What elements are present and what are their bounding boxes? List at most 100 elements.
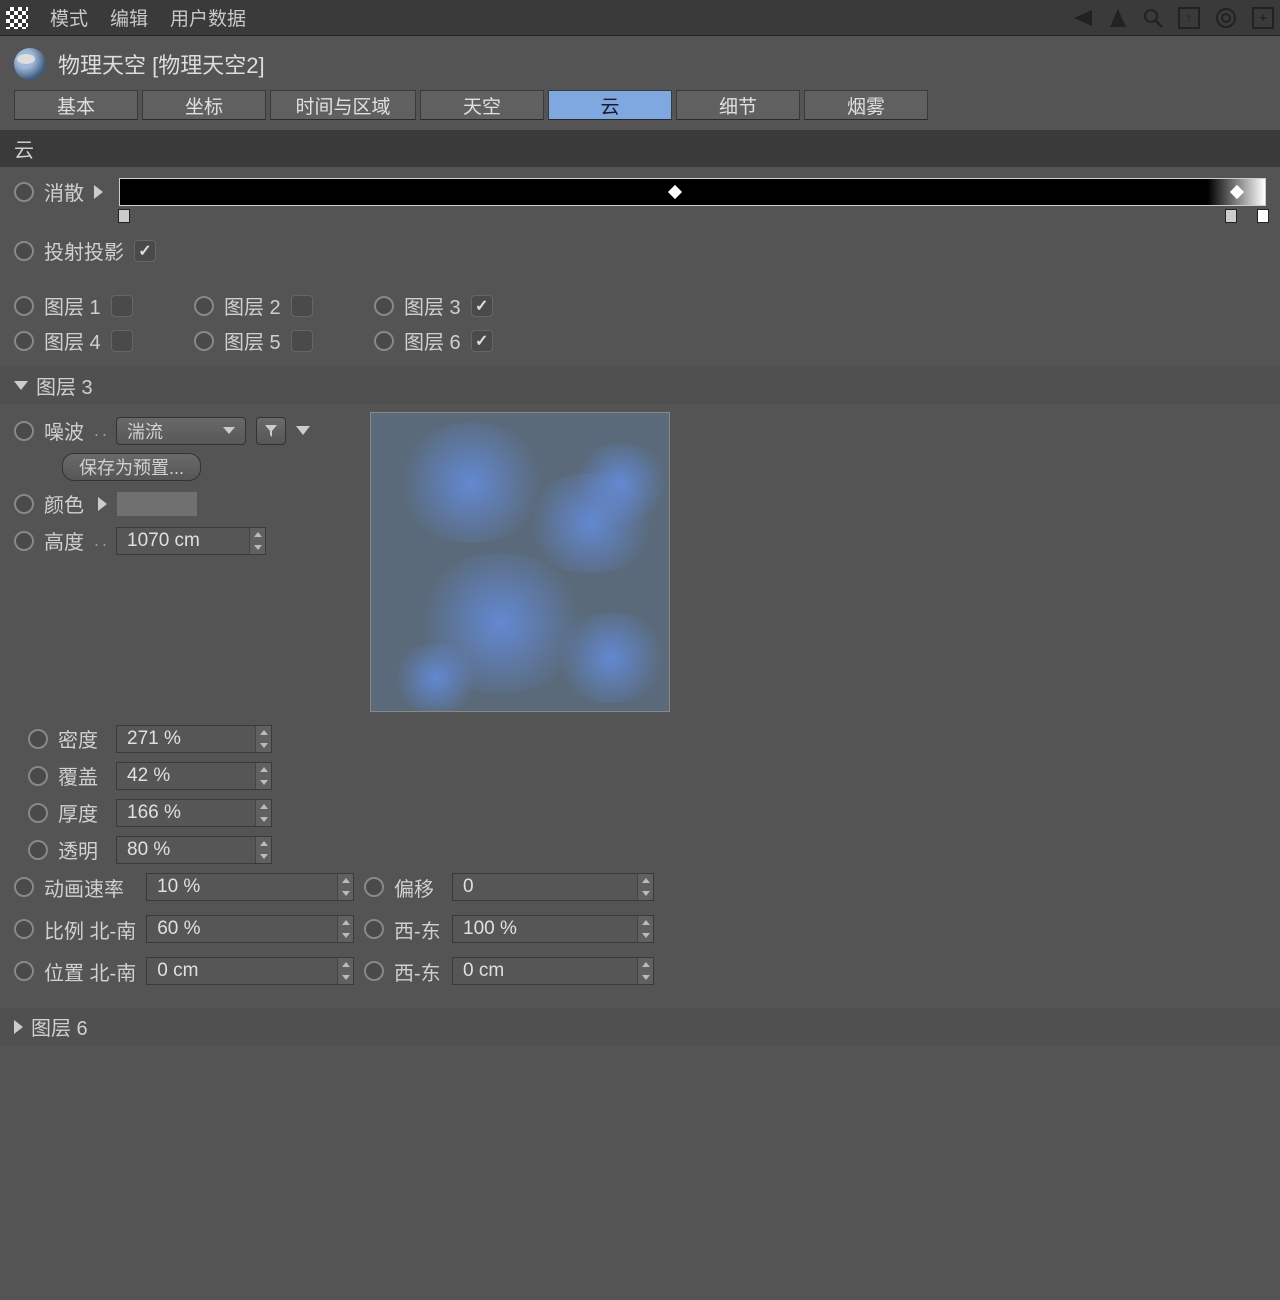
- anim-dot[interactable]: [28, 840, 48, 860]
- checker-icon[interactable]: [6, 7, 28, 29]
- section-clouds: 云: [0, 130, 1280, 167]
- row-cast-shadow: 投射投影: [0, 232, 1280, 269]
- save-preset-button[interactable]: 保存为预置...: [62, 453, 201, 481]
- menu-user-data[interactable]: 用户数据: [170, 4, 246, 31]
- label-we1: 西-东: [394, 915, 442, 944]
- label-offset: 偏移: [394, 873, 442, 902]
- nav-up-icon[interactable]: [1108, 7, 1128, 29]
- checkbox-layer6[interactable]: [471, 330, 493, 352]
- anim-dot[interactable]: [14, 421, 34, 441]
- label-cast-shadow: 投射投影: [44, 236, 124, 265]
- label-noise: 噪波: [44, 416, 84, 445]
- dots-icon: . .: [94, 420, 106, 441]
- noise-preview: [370, 412, 670, 712]
- label-layer4: 图层 4: [44, 326, 101, 355]
- menu-arrow-icon[interactable]: [296, 426, 310, 435]
- anim-dot[interactable]: [194, 331, 214, 351]
- nav-prev-icon[interactable]: [1070, 8, 1094, 28]
- anim-dot[interactable]: [28, 729, 48, 749]
- checkbox-layer3[interactable]: [471, 295, 493, 317]
- input-thickness[interactable]: 166 %: [116, 799, 272, 827]
- anim-dot[interactable]: [14, 331, 34, 351]
- tab-basic[interactable]: 基本: [14, 90, 138, 120]
- anim-dot[interactable]: [14, 182, 34, 202]
- label-anim-speed: 动画速率: [44, 873, 136, 902]
- tab-fog[interactable]: 烟雾: [804, 90, 928, 120]
- label-altitude: 高度: [44, 526, 84, 555]
- color-swatch[interactable]: [117, 492, 197, 516]
- input-transparency[interactable]: 80 %: [116, 836, 272, 864]
- input-density[interactable]: 271 %: [116, 725, 272, 753]
- menu-bar: 模式 编辑 用户数据 ↑ +: [0, 0, 1280, 36]
- label-pos-ns: 位置 北-南: [44, 957, 136, 986]
- physical-sky-icon: [14, 48, 46, 80]
- tab-clouds[interactable]: 云: [548, 90, 672, 120]
- anim-dot[interactable]: [374, 296, 394, 316]
- input-anim-speed[interactable]: 10 %: [146, 873, 354, 901]
- anim-dot[interactable]: [14, 296, 34, 316]
- input-we2[interactable]: 0 cm: [452, 957, 654, 985]
- anim-dot[interactable]: [14, 494, 34, 514]
- tab-time-region[interactable]: 时间与区域: [270, 90, 416, 120]
- anim-dot[interactable]: [28, 803, 48, 823]
- tab-sky[interactable]: 天空: [420, 90, 544, 120]
- anim-dot[interactable]: [14, 877, 34, 897]
- input-altitude[interactable]: 1070 cm: [116, 527, 266, 555]
- label-density: 密度: [58, 724, 106, 753]
- target-icon[interactable]: [1214, 6, 1238, 30]
- group-header-layer6[interactable]: 图层 6: [0, 1008, 1280, 1045]
- label-scale-ns: 比例 北-南: [44, 915, 136, 944]
- anim-dot[interactable]: [194, 296, 214, 316]
- group-title-layer6: 图层 6: [31, 1012, 88, 1041]
- checkbox-cast-shadow[interactable]: [134, 240, 156, 262]
- menu-mode[interactable]: 模式: [50, 4, 88, 31]
- filter-icon[interactable]: [256, 417, 286, 445]
- input-pos-ns[interactable]: 0 cm: [146, 957, 354, 985]
- group-header-layer3[interactable]: 图层 3: [0, 367, 1280, 404]
- anim-dot[interactable]: [364, 877, 384, 897]
- input-offset[interactable]: 0: [452, 873, 654, 901]
- checkbox-layer5[interactable]: [291, 330, 313, 352]
- input-we1[interactable]: 100 %: [452, 915, 654, 943]
- checkbox-layer1[interactable]: [111, 295, 133, 317]
- label-layer1: 图层 1: [44, 291, 101, 320]
- label-layer5: 图层 5: [224, 326, 281, 355]
- expand-icon: [14, 1020, 23, 1034]
- label-dissipate: 消散: [44, 177, 84, 206]
- anim-dot[interactable]: [364, 919, 384, 939]
- anim-dot[interactable]: [364, 961, 384, 981]
- object-title-row: 物理天空 [物理天空2]: [0, 36, 1280, 88]
- group-title-layer3: 图层 3: [36, 371, 93, 400]
- new-icon[interactable]: +: [1252, 7, 1274, 29]
- collapse-icon: [14, 381, 28, 390]
- input-scale-ns[interactable]: 60 %: [146, 915, 354, 943]
- anim-dot[interactable]: [14, 531, 34, 551]
- label-color: 颜色: [44, 489, 84, 518]
- tab-coord[interactable]: 坐标: [142, 90, 266, 120]
- label-layer2: 图层 2: [224, 291, 281, 320]
- anim-dot[interactable]: [14, 961, 34, 981]
- object-title: 物理天空 [物理天空2]: [58, 48, 265, 80]
- label-layer6: 图层 6: [404, 326, 461, 355]
- lock-icon[interactable]: ↑: [1178, 7, 1200, 29]
- expand-icon[interactable]: [98, 497, 107, 511]
- label-transparency: 透明: [58, 835, 106, 864]
- tabs: 基本 坐标 时间与区域 天空 云 细节 烟雾: [0, 88, 1280, 130]
- input-coverage[interactable]: 42 %: [116, 762, 272, 790]
- gradient-dissipate[interactable]: [119, 178, 1266, 206]
- dropdown-noise-type[interactable]: 湍流: [116, 417, 246, 445]
- anim-dot[interactable]: [374, 331, 394, 351]
- checkbox-layer2[interactable]: [291, 295, 313, 317]
- expand-icon[interactable]: [94, 185, 103, 199]
- menu-edit[interactable]: 编辑: [110, 4, 148, 31]
- search-icon[interactable]: [1142, 7, 1164, 29]
- anim-dot[interactable]: [28, 766, 48, 786]
- row-dissipate: 消散: [0, 173, 1280, 210]
- label-we2: 西-东: [394, 957, 442, 986]
- tab-details[interactable]: 细节: [676, 90, 800, 120]
- checkbox-layer4[interactable]: [111, 330, 133, 352]
- anim-dot[interactable]: [14, 919, 34, 939]
- layers-grid: 图层 1 图层 2 图层 3 图层 4 图层 5 图层 6: [0, 285, 1280, 361]
- anim-dot[interactable]: [14, 241, 34, 261]
- label-thickness: 厚度: [58, 798, 106, 827]
